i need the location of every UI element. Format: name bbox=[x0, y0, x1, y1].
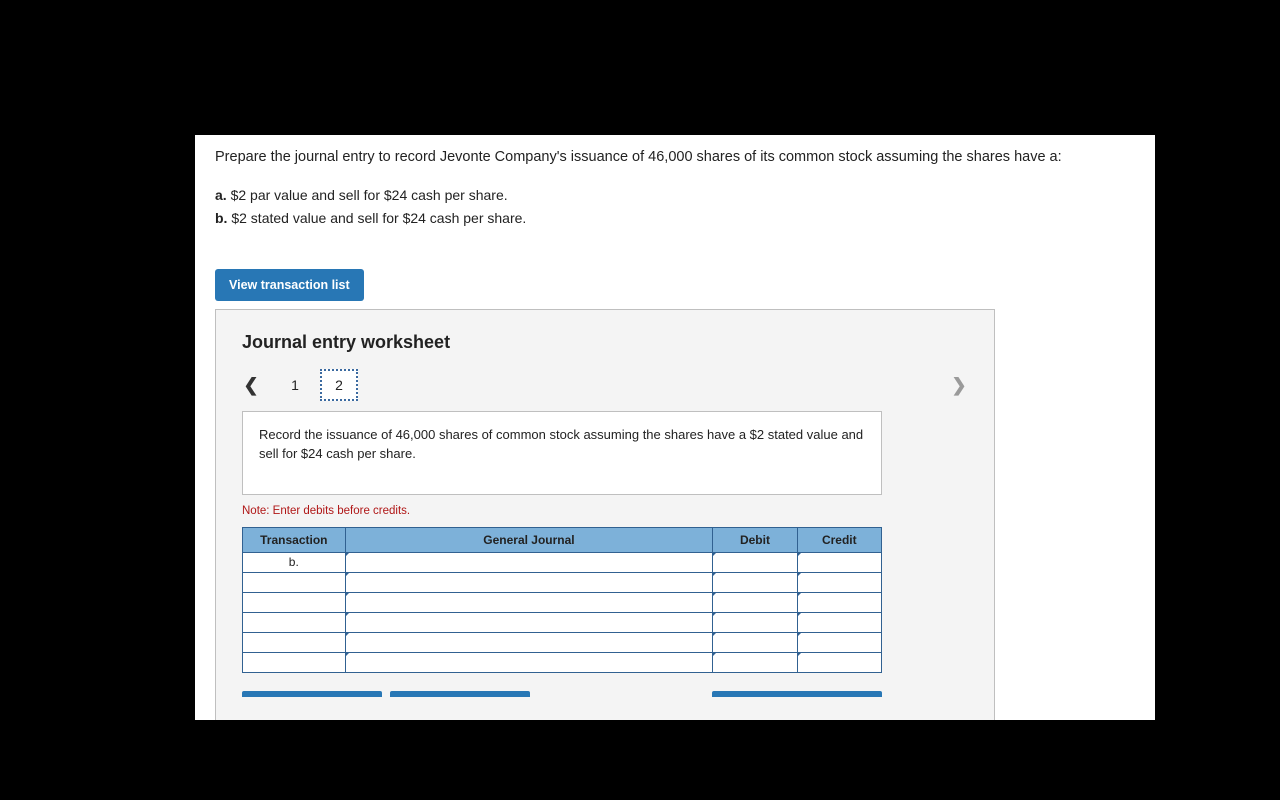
subitem-text: $2 stated value and sell for $24 cash pe… bbox=[231, 210, 526, 226]
subitem-text: $2 par value and sell for $24 cash per s… bbox=[231, 187, 508, 203]
cell-general-journal[interactable] bbox=[345, 652, 713, 672]
subitem-marker: a. bbox=[215, 187, 227, 203]
cell-debit[interactable] bbox=[713, 572, 797, 592]
subitem-b: b. $2 stated value and sell for $24 cash… bbox=[215, 208, 1135, 229]
worksheet-title: Journal entry worksheet bbox=[242, 332, 968, 353]
worksheet-pager: ❮ 1 2 ❯ bbox=[242, 369, 968, 401]
cell-debit[interactable] bbox=[713, 552, 797, 572]
cell-credit[interactable] bbox=[797, 632, 881, 652]
footer-button-stub[interactable] bbox=[242, 691, 382, 697]
cell-credit[interactable] bbox=[797, 552, 881, 572]
page-1-button[interactable]: 1 bbox=[278, 371, 312, 399]
table-row bbox=[243, 572, 882, 592]
question-subitems: a. $2 par value and sell for $24 cash pe… bbox=[215, 185, 1135, 229]
cell-transaction[interactable] bbox=[243, 612, 346, 632]
cell-general-journal[interactable] bbox=[345, 632, 713, 652]
col-header-credit: Credit bbox=[797, 527, 881, 552]
cell-general-journal[interactable] bbox=[345, 572, 713, 592]
table-row bbox=[243, 612, 882, 632]
cell-transaction[interactable]: b. bbox=[243, 552, 346, 572]
cell-general-journal[interactable] bbox=[345, 592, 713, 612]
cell-general-journal[interactable] bbox=[345, 612, 713, 632]
table-row bbox=[243, 592, 882, 612]
cell-credit[interactable] bbox=[797, 572, 881, 592]
footer-button-stub[interactable] bbox=[712, 691, 882, 697]
cell-credit[interactable] bbox=[797, 652, 881, 672]
debits-before-credits-note: Note: Enter debits before credits. bbox=[242, 505, 968, 517]
page-2-button[interactable]: 2 bbox=[320, 369, 358, 401]
worksheet-footer bbox=[242, 691, 882, 697]
question-prompt: Prepare the journal entry to record Jevo… bbox=[215, 147, 1135, 167]
cell-debit[interactable] bbox=[713, 652, 797, 672]
col-header-transaction: Transaction bbox=[243, 527, 346, 552]
col-header-debit: Debit bbox=[713, 527, 797, 552]
cell-transaction[interactable] bbox=[243, 592, 346, 612]
cell-debit[interactable] bbox=[713, 592, 797, 612]
cell-transaction[interactable] bbox=[243, 652, 346, 672]
subitem-marker: b. bbox=[215, 210, 227, 226]
journal-entry-table: Transaction General Journal Debit Credit… bbox=[242, 527, 882, 673]
col-header-general-journal: General Journal bbox=[345, 527, 713, 552]
table-row: b. bbox=[243, 552, 882, 572]
cell-transaction[interactable] bbox=[243, 572, 346, 592]
table-row bbox=[243, 632, 882, 652]
cell-transaction[interactable] bbox=[243, 632, 346, 652]
question-page: Prepare the journal entry to record Jevo… bbox=[195, 135, 1155, 720]
worksheet-instruction: Record the issuance of 46,000 shares of … bbox=[242, 411, 882, 495]
chevron-left-icon[interactable]: ❮ bbox=[242, 375, 260, 396]
subitem-a: a. $2 par value and sell for $24 cash pe… bbox=[215, 185, 1135, 206]
cell-credit[interactable] bbox=[797, 612, 881, 632]
journal-worksheet-panel: Journal entry worksheet ❮ 1 2 ❯ Record t… bbox=[215, 309, 995, 720]
chevron-right-icon[interactable]: ❯ bbox=[950, 375, 968, 396]
cell-general-journal[interactable] bbox=[345, 552, 713, 572]
cell-credit[interactable] bbox=[797, 592, 881, 612]
cell-debit[interactable] bbox=[713, 612, 797, 632]
table-row bbox=[243, 652, 882, 672]
view-transaction-list-button[interactable]: View transaction list bbox=[215, 269, 364, 301]
footer-button-stub[interactable] bbox=[390, 691, 530, 697]
cell-debit[interactable] bbox=[713, 632, 797, 652]
journal-entry-tbody: b. bbox=[243, 552, 882, 672]
